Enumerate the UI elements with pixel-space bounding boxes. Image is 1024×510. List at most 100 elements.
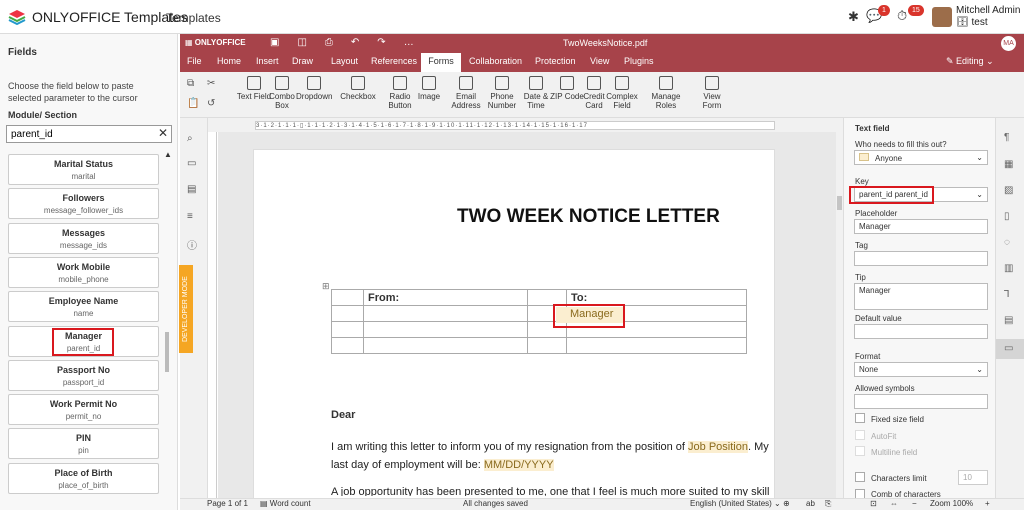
horizontal-ruler[interactable]: 3·1·2·1·1·1·▯·1·1·1·2·1·3·1·4·1·5·1·6·1·… [255, 121, 775, 130]
scrollbar-thumb[interactable] [837, 196, 842, 210]
globe-icon[interactable]: ⊕ [783, 499, 790, 508]
navigation-icon[interactable]: ≡ [187, 211, 193, 222]
field-card[interactable]: Work Permit No permit_no [8, 394, 159, 426]
table-icon[interactable]: ▦ [1004, 159, 1013, 170]
textart-icon[interactable]: Ꞁ [1004, 289, 1010, 300]
fit-page-icon[interactable]: ⊡ [870, 499, 877, 508]
chat-icon[interactable]: ▤ [187, 184, 196, 195]
tab-layout[interactable]: Layout [331, 56, 358, 66]
toolbar-view-form-button[interactable]: View Form [694, 76, 730, 110]
who-select[interactable]: Anyone ⌄ [854, 150, 988, 165]
autofit-checkbox[interactable] [855, 430, 865, 440]
allowed-symbols-input[interactable] [854, 394, 988, 409]
field-search-input[interactable] [6, 125, 172, 143]
user-name[interactable]: Mitchell Admin [956, 5, 1020, 16]
tab-draw[interactable]: Draw [292, 56, 313, 66]
form-settings-icon[interactable]: ▭ [1004, 343, 1013, 354]
toolbar-combo-box-button[interactable]: Combo Box [264, 76, 300, 110]
folder-icon[interactable]: ▣ [270, 37, 297, 48]
table-cell[interactable] [363, 337, 528, 354]
fit-width-icon[interactable]: ⇔ [890, 499, 898, 508]
table-cell[interactable] [527, 337, 567, 354]
tab-plugins[interactable]: Plugins [624, 56, 654, 66]
table-cell[interactable] [331, 289, 364, 306]
paste-icon[interactable]: 📋 [187, 98, 199, 109]
multiline-checkbox[interactable] [855, 446, 865, 456]
tab-forms[interactable]: Forms [421, 53, 461, 72]
scroll-up-icon[interactable]: ▲ [164, 150, 172, 159]
user-avatar[interactable]: MA [1001, 36, 1016, 51]
toolbar-image-button[interactable]: Image [411, 76, 447, 101]
tab-view[interactable]: View [590, 56, 609, 66]
zoom-out-icon[interactable]: − [912, 499, 917, 508]
field-card[interactable]: Followers message_follower_ids [8, 188, 159, 220]
redo-icon[interactable]: ↷ [377, 37, 403, 48]
undo-icon[interactable]: ↶ [351, 37, 377, 48]
tab-file[interactable]: File [187, 56, 202, 66]
field-card[interactable]: PIN pin [8, 428, 159, 460]
field-card[interactable]: Marital Status marital [8, 154, 159, 185]
char-limit-checkbox[interactable] [855, 472, 865, 482]
field-card[interactable]: Place of Birth place_of_birth [8, 462, 159, 494]
date-field[interactable]: MM/DD/YYYY [483, 459, 554, 471]
table-cell[interactable] [331, 305, 364, 322]
chart-icon[interactable]: ▥ [1004, 263, 1013, 274]
table-move-icon[interactable]: ⊞ [322, 281, 330, 292]
cut-icon[interactable]: ✂ [207, 78, 215, 89]
toolbar-dropdown-button[interactable]: Dropdown [296, 76, 332, 101]
tab-collaboration[interactable]: Collaboration [469, 56, 522, 66]
job-position-field[interactable]: Job Position [688, 441, 748, 453]
field-card[interactable]: Employee Name name [8, 291, 159, 323]
toolbar-checkbox-button[interactable]: Checkbox [340, 76, 376, 101]
image-icon[interactable]: ▨ [1004, 185, 1013, 196]
vertical-ruler[interactable] [209, 132, 217, 498]
tab-protection[interactable]: Protection [535, 56, 576, 66]
chat-icon[interactable]: 💬 1 [866, 5, 890, 24]
tip-textarea[interactable]: Manager [854, 283, 988, 310]
editing-mode[interactable]: ✎ Editing ⌄ [946, 56, 994, 67]
scrollbar[interactable] [165, 332, 169, 372]
field-card[interactable]: Work Mobile mobile_phone [8, 256, 159, 288]
avatar[interactable] [932, 7, 952, 27]
save-icon[interactable]: ◫ [297, 37, 324, 48]
vertical-scrollbar[interactable] [836, 118, 843, 498]
search-icon[interactable]: ⌕ [187, 133, 193, 144]
field-card[interactable]: Messages message_ids [8, 222, 159, 254]
undo-icon[interactable]: ↺ [207, 98, 215, 109]
tab-home[interactable]: Home [217, 56, 241, 66]
close-icon[interactable]: ✕ [158, 126, 168, 140]
field-card[interactable]: Passport No passport_id [8, 359, 159, 391]
copy-icon[interactable]: ⧉ [187, 78, 194, 89]
shape-icon[interactable]: ◌ [1004, 237, 1010, 248]
table-cell[interactable] [566, 337, 747, 354]
toolbar-complex-field-button[interactable]: Complex Field [604, 76, 640, 110]
toolbar-phone-number-button[interactable]: Phone Number [484, 76, 520, 110]
bug-icon[interactable]: ✱ [848, 9, 859, 25]
signature-icon[interactable]: ▤ [1004, 315, 1013, 326]
print-icon[interactable]: ⎙ [325, 37, 351, 48]
from-to-table[interactable]: From: To: [331, 289, 747, 369]
table-cell[interactable] [331, 337, 364, 354]
table-cell[interactable] [363, 321, 528, 338]
placeholder-input[interactable] [854, 219, 988, 234]
page-indicator[interactable]: Page 1 of 1 [207, 499, 248, 508]
tab-references[interactable]: References [371, 56, 417, 66]
comments-icon[interactable]: ▭ [187, 158, 196, 169]
tab-insert[interactable]: Insert [256, 56, 279, 66]
toolbar-email-address-button[interactable]: Email Address [448, 76, 484, 110]
info-icon[interactable]: ⓘ [187, 237, 197, 252]
menu-templates[interactable]: Templates [166, 11, 221, 25]
format-select[interactable]: None ⌄ [854, 362, 988, 377]
header-footer-icon[interactable]: ▯ [1004, 211, 1010, 222]
table-cell[interactable] [363, 305, 528, 322]
char-limit-stepper[interactable]: 10 [958, 470, 988, 485]
track-changes-icon[interactable]: ⎘ [825, 499, 831, 509]
default-value-input[interactable] [854, 324, 988, 339]
language-select[interactable]: English (United States) ⌄ ⊕ [690, 499, 790, 508]
spellcheck-icon[interactable]: ab [806, 499, 815, 508]
tag-input[interactable] [854, 251, 988, 266]
zoom-in-icon[interactable]: + [985, 499, 990, 508]
activity-icon[interactable]: ⏱ 15 [897, 5, 924, 24]
toolbar-manage-roles-button[interactable]: Manage Roles [648, 76, 684, 110]
more-icon[interactable]: … [404, 37, 432, 48]
